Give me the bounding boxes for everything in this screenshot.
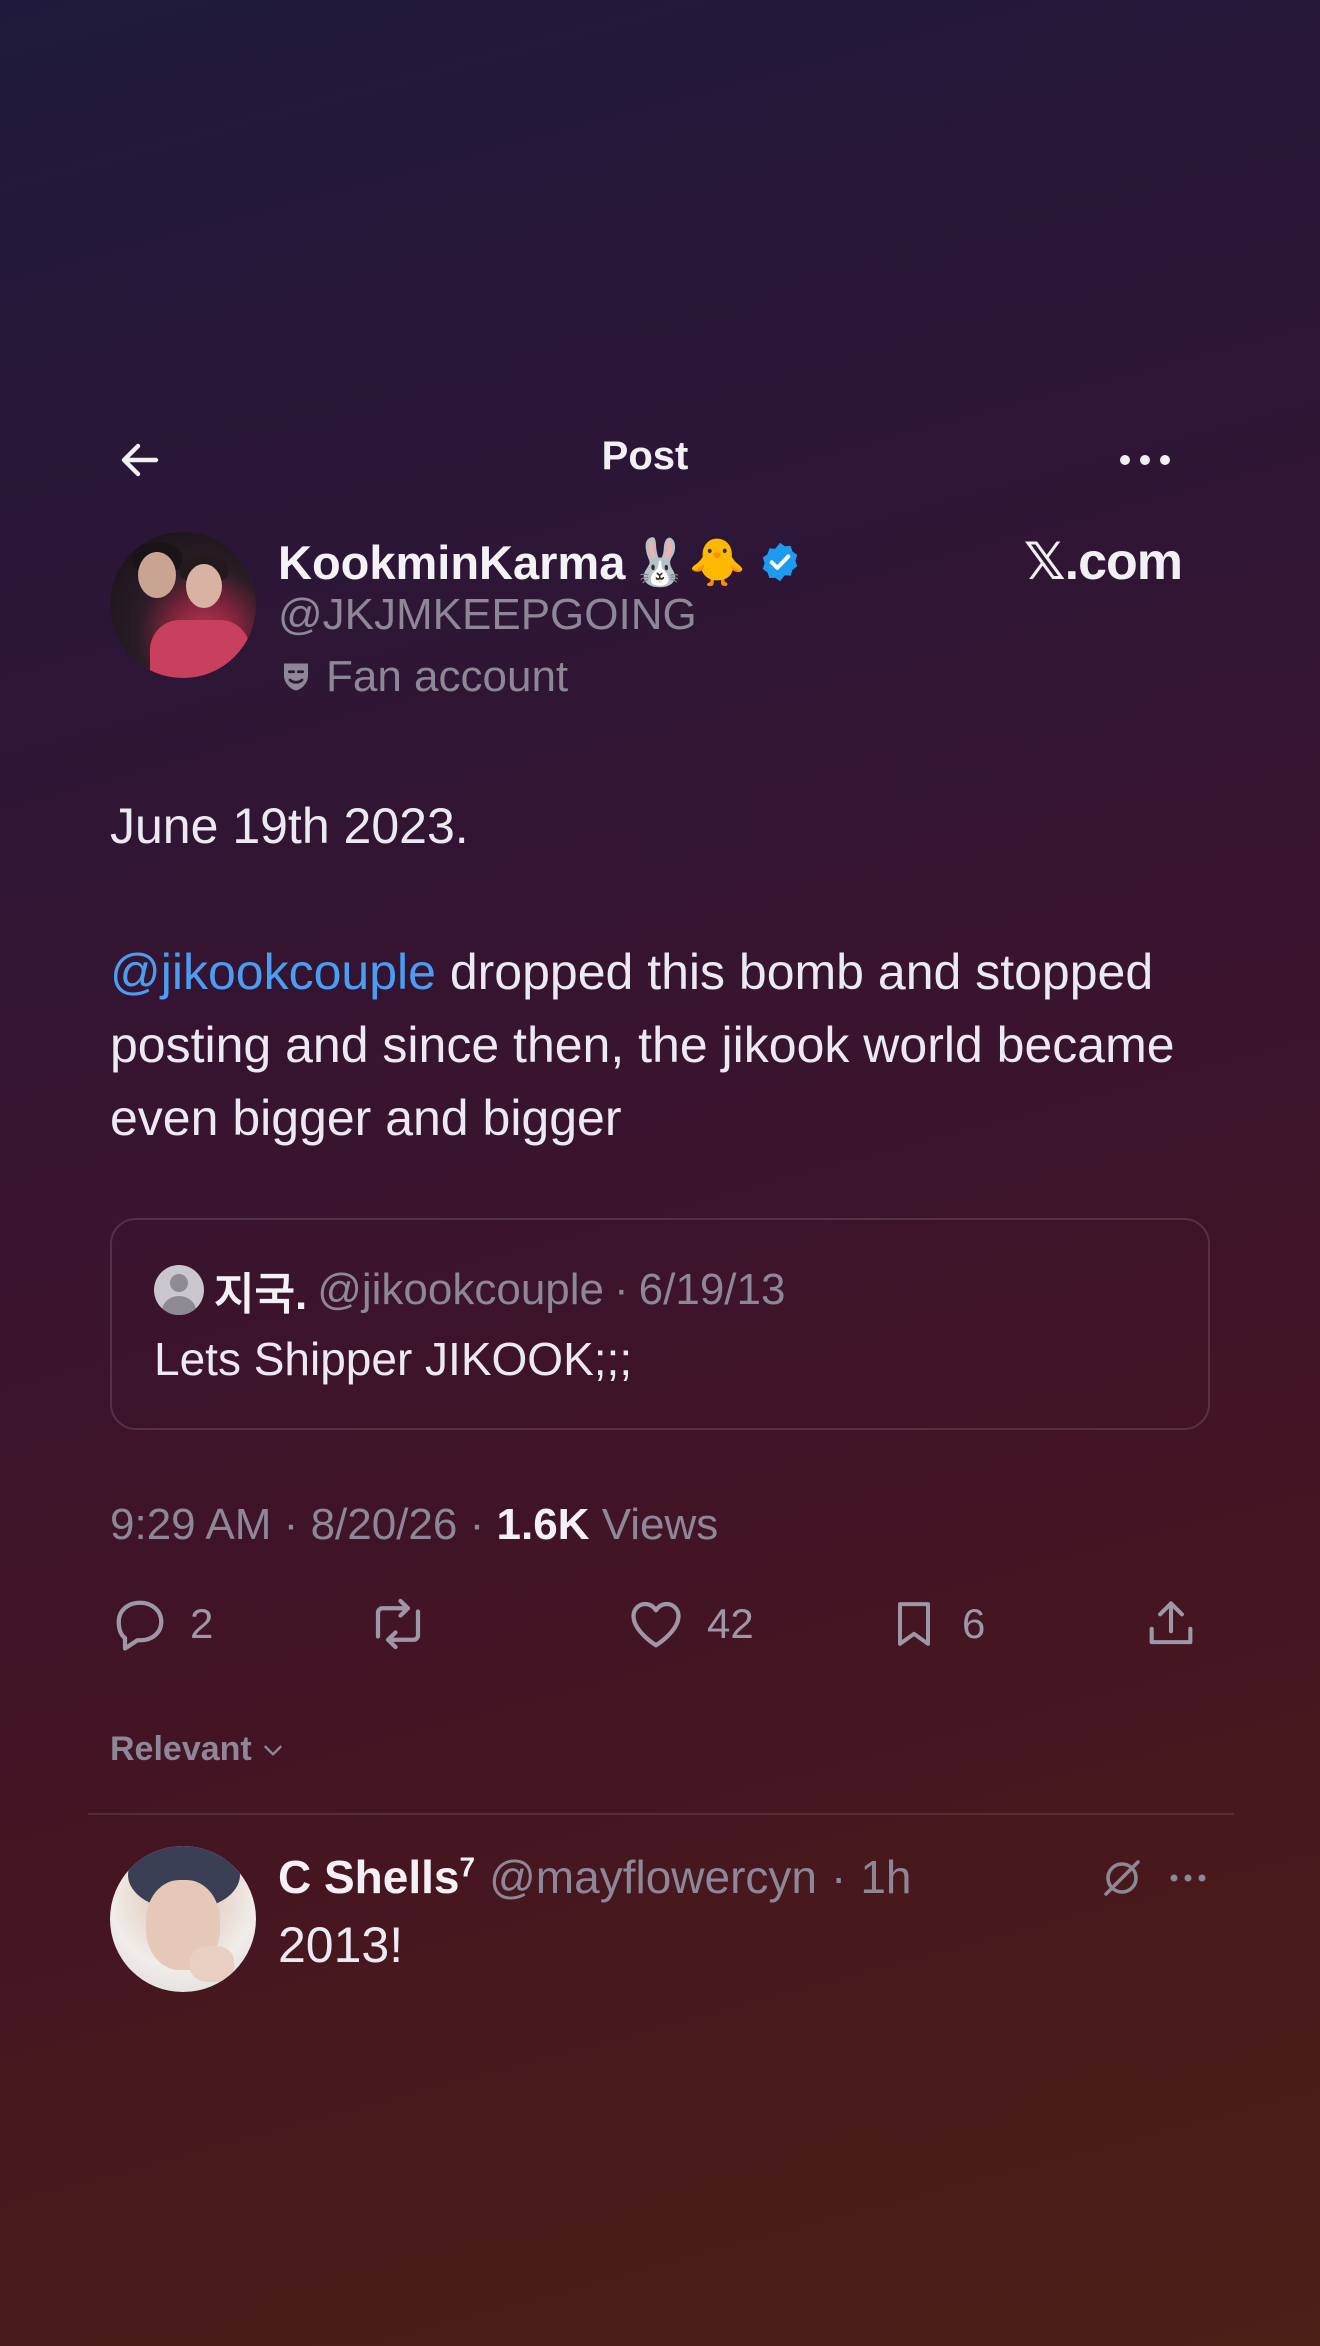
reply-text: 2013!: [278, 1917, 404, 1973]
reply-more-button[interactable]: [1164, 1854, 1212, 1907]
grok-icon: [1104, 1860, 1140, 1896]
default-avatar-icon: [154, 1265, 204, 1315]
share-button[interactable]: [1142, 1594, 1200, 1654]
quoted-author-handle: @jikookcouple: [317, 1265, 605, 1314]
author-handle[interactable]: @JKJMKEEPGOING: [278, 590, 697, 640]
meta-separator: ·: [469, 1500, 485, 1549]
post-date: 8/20/26: [310, 1500, 458, 1549]
author-avatar[interactable]: [110, 532, 256, 678]
reply-author-avatar[interactable]: [110, 1846, 256, 1992]
share-icon: [1149, 1601, 1193, 1645]
quoted-post-header: 지국. @jikookcouple · 6/19/13: [154, 1258, 785, 1322]
reply-count: 2: [190, 1600, 214, 1647]
divider: [88, 1813, 1234, 1815]
repost-button[interactable]: [365, 1594, 431, 1654]
reply-button[interactable]: 2: [110, 1594, 213, 1654]
post-line-1: June 19th 2023.: [110, 798, 469, 854]
heart-icon: [631, 1601, 681, 1648]
views-label: Views: [601, 1500, 719, 1549]
reply-time: 1h: [860, 1851, 912, 1903]
more-options-button[interactable]: [1110, 430, 1180, 490]
post-time: 9:29 AM: [110, 1500, 272, 1549]
chevron-down-icon: [263, 1745, 282, 1756]
author-name-emojis: 🐰🐥: [631, 536, 746, 588]
like-count: 42: [707, 1600, 754, 1647]
quoted-post-text: Lets Shipper JIKOOK;;;: [154, 1333, 633, 1385]
post-text: June 19th 2023. @jikookcouple dropped th…: [110, 790, 1230, 1155]
bookmark-button[interactable]: 6: [886, 1594, 985, 1654]
post-paragraph-2: @jikookcouple dropped this bomb and stop…: [110, 936, 1230, 1155]
grok-button[interactable]: [1098, 1854, 1146, 1907]
meta-separator: ·: [830, 1851, 847, 1903]
reply-icon: [116, 1600, 164, 1651]
reply-author-handle[interactable]: @mayflowercyn: [489, 1850, 817, 1904]
page-title: Post: [601, 434, 689, 478]
mention-link[interactable]: @jikookcouple: [110, 944, 436, 1000]
reply-sort-label: Relevant: [110, 1730, 252, 1768]
like-button[interactable]: 42: [625, 1594, 754, 1654]
post-actions: 2 42 6: [110, 1594, 1210, 1664]
post-author: KookminKarma 🐰🐥 @JKJMKEEPGOING Fan accou…: [110, 532, 1220, 712]
more-horizontal-icon: [1120, 455, 1170, 465]
reply-name-superscript: 7: [459, 1851, 476, 1883]
meta-separator: ·: [283, 1500, 299, 1549]
meta-separator: ·: [614, 1265, 629, 1314]
theater-mask-icon: [284, 663, 308, 691]
bookmark-count: 6: [962, 1600, 986, 1647]
author-display-name[interactable]: KookminKarma: [278, 535, 625, 590]
more-horizontal-icon: [1170, 1874, 1206, 1882]
reply-header: C Shells7 @mayflowercyn · 1h: [278, 1850, 911, 1904]
reply-item[interactable]: C Shells7 @mayflowercyn · 1h 2013!: [110, 1846, 1240, 1996]
account-label-text: Fan account: [326, 652, 569, 701]
quoted-author-name: 지국.: [214, 1270, 308, 1319]
quoted-post-date: 6/19/13: [638, 1265, 786, 1314]
x-watermark: 𝕏.com: [1023, 533, 1183, 591]
views-count[interactable]: 1.6K: [497, 1500, 590, 1549]
verified-badge-icon: [762, 542, 798, 582]
reply-author-name[interactable]: C Shells7: [278, 1850, 475, 1904]
quoted-post[interactable]: 지국. @jikookcouple · 6/19/13 Lets Shipper…: [110, 1218, 1210, 1430]
repost-icon: [375, 1598, 421, 1650]
account-label: Fan account: [278, 652, 568, 702]
top-bar: Post: [110, 420, 1180, 500]
reply-sort-dropdown[interactable]: Relevant: [110, 1730, 286, 1769]
author-name-row[interactable]: KookminKarma 🐰🐥: [278, 532, 802, 592]
post-meta: 9:29 AM · 8/20/26 · 1.6K Views: [110, 1500, 718, 1550]
bookmark-icon: [898, 1602, 930, 1646]
